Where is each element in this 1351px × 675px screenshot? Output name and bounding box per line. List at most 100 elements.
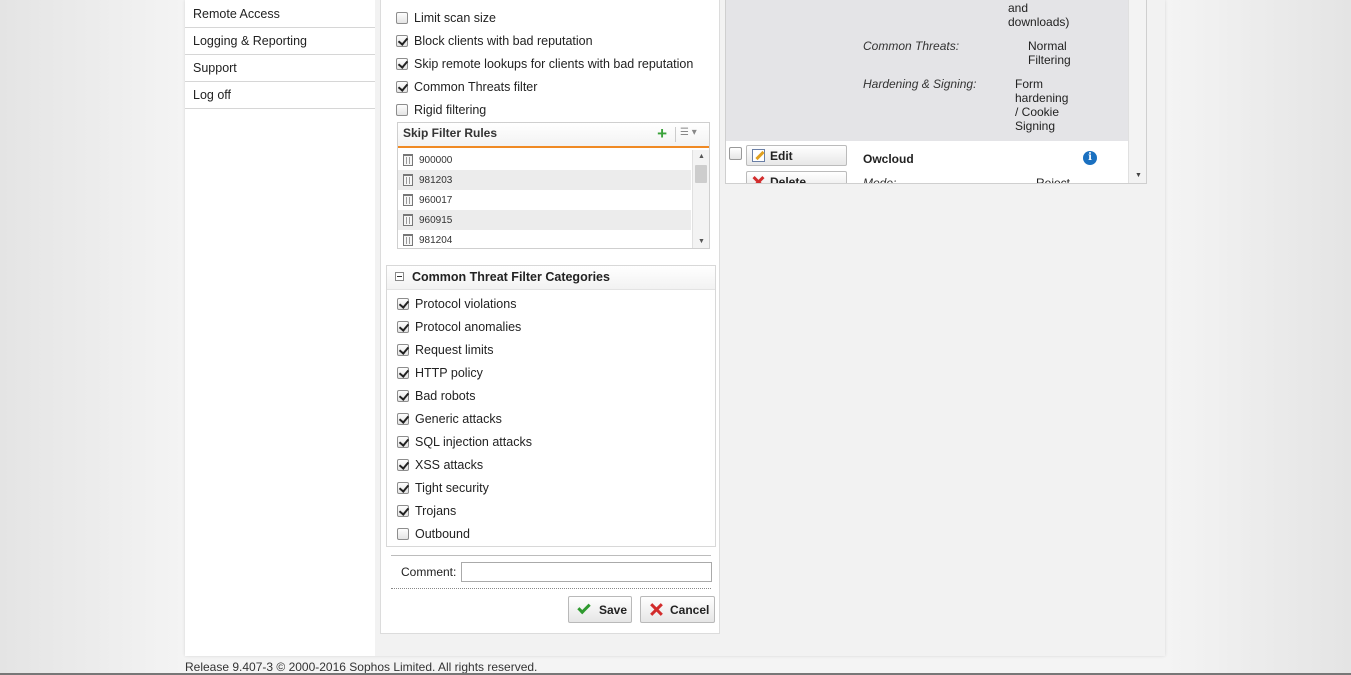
checkbox[interactable] <box>397 367 409 379</box>
option-skip-remote-lookups[interactable]: Skip remote lookups for clients with bad… <box>396 55 693 73</box>
checkbox[interactable] <box>397 390 409 402</box>
info-icon[interactable]: i <box>1083 151 1097 165</box>
scroll-down-icon[interactable]: ▼ <box>698 238 705 245</box>
profile-select-checkbox[interactable] <box>729 147 742 160</box>
profiles-list-panel: and downloads) Common Threats: Normal Fi… <box>725 0 1147 184</box>
save-button[interactable]: Save <box>568 596 632 623</box>
trash-icon[interactable] <box>403 154 413 166</box>
main-page: Remote Access Logging & Reporting Suppor… <box>185 0 1165 656</box>
checkbox[interactable] <box>397 298 409 310</box>
category-protocol-violations[interactable]: Protocol violations <box>397 295 516 313</box>
option-label: Skip remote lookups for clients with bad… <box>414 57 694 71</box>
detail-value: Filtering <box>1028 53 1071 67</box>
detail-value: and <box>1008 1 1029 15</box>
scroll-thumb[interactable] <box>695 165 707 183</box>
detail-label: Hardening & Signing: <box>863 77 977 91</box>
category-http-policy[interactable]: HTTP policy <box>397 364 483 382</box>
category-trojans[interactable]: Trojans <box>397 502 456 520</box>
left-navigation: Remote Access Logging & Reporting Suppor… <box>185 0 375 109</box>
option-label: Common Threats filter <box>414 80 538 94</box>
nav-item-logging-reporting[interactable]: Logging & Reporting <box>185 28 375 55</box>
category-protocol-anomalies[interactable]: Protocol anomalies <box>397 318 521 336</box>
checkbox[interactable] <box>397 459 409 471</box>
threat-categories-header: Common Threat Filter Categories <box>387 266 715 290</box>
detail-value: Signing <box>1015 119 1056 133</box>
divider <box>391 555 711 556</box>
detail-value: Normal <box>1028 39 1067 53</box>
checkbox[interactable] <box>397 482 409 494</box>
checkbox[interactable] <box>397 505 409 517</box>
category-sql-injection[interactable]: SQL injection attacks <box>397 433 532 451</box>
category-bad-robots[interactable]: Bad robots <box>397 387 475 405</box>
detail-value: downloads) <box>1008 15 1070 29</box>
option-rigid-filtering[interactable]: Rigid filtering <box>396 101 486 119</box>
scroll-down-icon[interactable]: ▼ <box>1135 172 1142 179</box>
category-request-limits[interactable]: Request limits <box>397 341 494 359</box>
cancel-button[interactable]: Cancel <box>640 596 715 623</box>
skip-filter-rules-list: 900000 981203 960017 960915 981204 <box>398 150 691 248</box>
edit-button[interactable]: Edit <box>746 145 847 166</box>
check-icon <box>577 600 591 615</box>
nav-item-log-off[interactable]: Log off <box>185 82 375 109</box>
profile-name: Owcloud <box>863 152 914 166</box>
scroll-up-icon[interactable]: ▲ <box>698 153 705 160</box>
checkbox[interactable] <box>396 35 408 47</box>
comment-label: Comment: <box>401 565 457 579</box>
close-icon <box>650 603 663 616</box>
delete-icon <box>752 176 764 184</box>
comment-input[interactable] <box>461 562 712 582</box>
trash-icon[interactable] <box>403 234 413 246</box>
checkbox[interactable] <box>397 436 409 448</box>
option-label: Limit scan size <box>414 11 496 25</box>
detail-value: hardening <box>1015 91 1069 105</box>
skip-filter-rules-title: Skip Filter Rules <box>403 126 498 140</box>
category-generic-attacks[interactable]: Generic attacks <box>397 410 502 428</box>
option-block-bad-reputation[interactable]: Block clients with bad reputation <box>396 32 593 50</box>
threat-categories-title: Common Threat Filter Categories <box>412 270 610 284</box>
checkbox[interactable] <box>397 413 409 425</box>
checkbox[interactable] <box>396 81 408 93</box>
category-outbound[interactable]: Outbound <box>397 525 470 543</box>
list-item: 981204 <box>398 230 691 248</box>
checkbox[interactable] <box>396 104 408 116</box>
collapse-icon[interactable] <box>395 272 404 281</box>
category-xss-attacks[interactable]: XSS attacks <box>397 456 483 474</box>
detail-label: Common Threats: <box>863 39 960 53</box>
nav-item-remote-access[interactable]: Remote Access <box>185 0 375 28</box>
checkbox[interactable] <box>397 344 409 356</box>
detail-value: Form <box>1015 77 1043 91</box>
edit-label: Edit <box>770 148 793 163</box>
list-item: 960915 <box>398 210 691 230</box>
skip-filter-rules-box: Skip Filter Rules + ☰ ▾ 900000 981203 96… <box>397 122 710 249</box>
checkbox[interactable] <box>396 12 408 24</box>
edit-pencil-icon <box>752 149 765 162</box>
option-label: Block clients with bad reputation <box>414 34 593 48</box>
divider <box>391 588 711 589</box>
option-label: Rigid filtering <box>414 103 487 117</box>
checkbox[interactable] <box>396 58 408 70</box>
profile-form: Limit scan size Block clients with bad r… <box>380 0 720 634</box>
skip-filter-rules-header: Skip Filter Rules + ☰ ▾ <box>398 123 709 148</box>
plus-icon[interactable]: + <box>657 124 667 144</box>
nav-item-support[interactable]: Support <box>185 55 375 82</box>
option-common-threats-filter[interactable]: Common Threats filter <box>396 78 537 96</box>
trash-icon[interactable] <box>403 194 413 206</box>
list-menu-icon[interactable]: ☰ ▾ <box>675 127 703 142</box>
list-item: 960017 <box>398 190 691 210</box>
detail-value: / Cookie <box>1015 105 1060 119</box>
option-limit-scan-size[interactable]: Limit scan size <box>396 9 496 27</box>
checkbox[interactable] <box>397 528 409 540</box>
checkbox[interactable] <box>397 321 409 333</box>
threat-categories-box: Common Threat Filter Categories Protocol… <box>386 265 716 547</box>
delete-button[interactable]: Delete <box>746 171 847 184</box>
profiles-scrollbar[interactable]: ▼ <box>1128 0 1146 183</box>
category-tight-security[interactable]: Tight security <box>397 479 489 497</box>
detail-value: Reject <box>1036 176 1071 184</box>
list-item: 900000 <box>398 150 691 170</box>
trash-icon[interactable] <box>403 174 413 186</box>
trash-icon[interactable] <box>403 214 413 226</box>
list-item: 981203 <box>398 170 691 190</box>
cancel-label: Cancel <box>670 602 710 617</box>
rules-scrollbar[interactable]: ▲ ▼ <box>692 150 709 248</box>
detail-label: Mode: <box>863 176 897 184</box>
